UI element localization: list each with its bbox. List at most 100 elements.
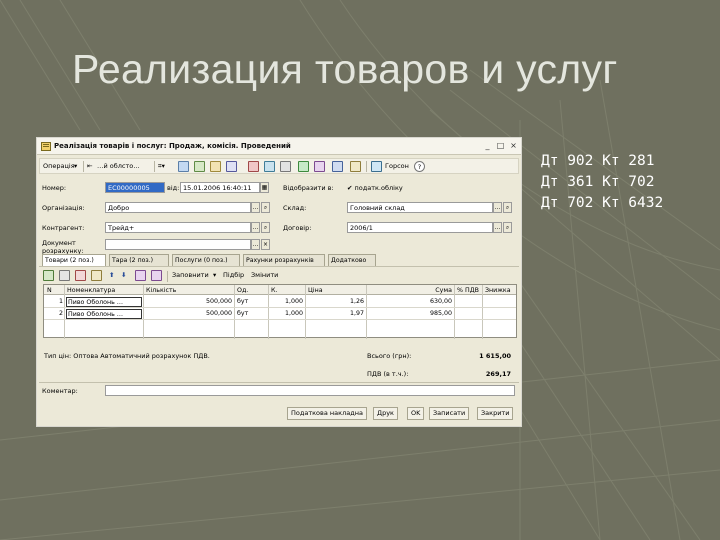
vat-label: ПДВ (в т.ч.):	[367, 370, 409, 378]
copy-row-icon[interactable]	[59, 270, 70, 281]
table-cell[interactable]: 1,97	[307, 309, 365, 319]
select-items-button[interactable]: Підбір	[223, 269, 244, 282]
tab-settlement-accounts[interactable]: Рахунки розрахунків	[243, 254, 325, 266]
document-icon	[41, 142, 51, 151]
ok-button[interactable]: OK	[407, 407, 425, 420]
warehouse-label: Склад:	[283, 204, 307, 212]
column-header[interactable]: Сума	[368, 286, 453, 296]
column-header[interactable]: % ПДВ	[456, 286, 481, 296]
record-icon[interactable]	[350, 161, 361, 172]
list-icon[interactable]	[210, 161, 221, 172]
cancel-icon[interactable]	[248, 161, 259, 172]
add-row-icon[interactable]	[43, 270, 54, 281]
table-cell[interactable]: бут	[236, 309, 267, 319]
close-button[interactable]: ×	[508, 141, 519, 152]
table-cell[interactable]: 630,00	[368, 297, 453, 307]
change-button[interactable]: Змінити	[251, 269, 278, 282]
comment-label: Коментар:	[42, 387, 78, 395]
tab-services[interactable]: Послуги (0 поз.)	[172, 254, 240, 266]
tree-icon[interactable]	[332, 161, 343, 172]
price-type-link[interactable]: Тип цін: Оптова Автоматичний розрахунок …	[44, 352, 210, 360]
calendar-button[interactable]: ▦	[260, 182, 269, 193]
print-icon[interactable]	[226, 161, 237, 172]
help-label[interactable]: Горсон	[385, 160, 409, 173]
table-cell[interactable]: Пиво Оболонь …	[66, 309, 142, 319]
window-titlebar[interactable]: Реалізація товарів і послуг: Продаж, ком…	[37, 138, 521, 155]
table-cell[interactable]: 985,00	[368, 309, 453, 319]
search-icon[interactable]: ⌕	[261, 202, 270, 213]
refresh-icon[interactable]	[178, 161, 189, 172]
select-button[interactable]: …	[251, 239, 260, 250]
column-header[interactable]: К.	[270, 286, 304, 296]
total-value: 1 615,00	[479, 352, 511, 360]
column-header[interactable]: N	[46, 286, 64, 296]
sort-desc-icon[interactable]	[151, 270, 162, 281]
column-header[interactable]: Од.	[236, 286, 267, 296]
date-field[interactable]: 15.01.2006 16:40:11	[180, 182, 260, 193]
search-icon[interactable]: ⌕	[261, 222, 270, 233]
move-down-icon[interactable]: ⬇	[121, 269, 126, 282]
contract-label: Договір:	[283, 224, 312, 232]
help-icon[interactable]: ?	[414, 161, 425, 172]
grid-icon[interactable]	[371, 161, 382, 172]
select-button[interactable]: …	[251, 202, 260, 213]
minimize-button[interactable]: _	[482, 141, 493, 152]
sort-asc-icon[interactable]	[135, 270, 146, 281]
settings-icon[interactable]	[264, 161, 275, 172]
print-button[interactable]: Друк	[373, 407, 398, 420]
copy-icon[interactable]	[280, 161, 291, 172]
edit-row-icon[interactable]	[91, 270, 102, 281]
column-divider	[64, 285, 65, 339]
column-header[interactable]: Кількість	[145, 286, 233, 296]
chevron-down-icon[interactable]: ▾	[74, 160, 77, 173]
tax-invoice-button[interactable]: Податкова накладна	[287, 407, 367, 420]
green-flag-icon[interactable]	[298, 161, 309, 172]
delete-row-icon[interactable]	[75, 270, 86, 281]
structure-icon[interactable]: ⌗▾	[158, 160, 165, 173]
clear-icon[interactable]: ×	[261, 239, 270, 250]
column-divider	[482, 285, 483, 339]
table-cell[interactable]: Пиво Оболонь …	[66, 297, 142, 307]
contract-field[interactable]: 2006/1	[347, 222, 493, 233]
search-icon[interactable]: ⌕	[503, 222, 512, 233]
search-icon[interactable]: ⌕	[503, 202, 512, 213]
select-button[interactable]: …	[251, 222, 260, 233]
operation-menu-button[interactable]: Операція	[43, 160, 75, 173]
move-up-icon[interactable]: ⬆	[109, 269, 114, 282]
post-icon[interactable]	[194, 161, 205, 172]
number-field[interactable]: ЕС00000005	[105, 182, 165, 193]
table-cell[interactable]: 1,26	[307, 297, 365, 307]
goods-table[interactable]: N Номенклатура Кількість Од. К. Ціна Сум…	[43, 284, 517, 339]
column-header[interactable]: Номенклатура	[66, 286, 142, 296]
mode-menu-button[interactable]: …й облсто…	[97, 160, 140, 173]
warehouse-field[interactable]: Головний склад	[347, 202, 493, 213]
table-cell[interactable]: 1,000	[270, 309, 304, 319]
chevron-down-icon[interactable]: ▾	[213, 269, 216, 282]
table-cell[interactable]: 500,000	[145, 297, 233, 307]
tax-accounting-checkbox[interactable]: ✔ податк.обліку	[347, 184, 403, 192]
table-cell[interactable]: бут	[236, 297, 267, 307]
contractor-field[interactable]: Трейд+	[105, 222, 251, 233]
select-button[interactable]: …	[493, 202, 502, 213]
fill-menu-button[interactable]: Заповнити	[172, 269, 209, 282]
action-icon[interactable]: ⇤	[87, 160, 92, 173]
tab-goods[interactable]: Товари (2 поз.)	[42, 254, 106, 266]
maximize-button[interactable]: □	[495, 141, 506, 152]
comment-field[interactable]	[105, 385, 515, 396]
table-cell: 2	[58, 310, 63, 317]
table-cell[interactable]: 1,000	[270, 297, 304, 307]
tab-packaging[interactable]: Тара (2 поз.)	[109, 254, 169, 266]
contractor-label: Контрагент:	[42, 224, 85, 232]
tab-additional[interactable]: Додатково	[328, 254, 376, 266]
structure-view-icon[interactable]	[314, 161, 325, 172]
settlement-doc-field[interactable]	[105, 239, 251, 250]
organization-field[interactable]: Добро	[105, 202, 251, 213]
column-header[interactable]: Ціна	[307, 286, 365, 296]
date-label: від:	[167, 184, 180, 192]
close-form-button[interactable]: Закрити	[477, 407, 514, 420]
select-button[interactable]: …	[493, 222, 502, 233]
save-button[interactable]: Записати	[429, 407, 470, 420]
toolbar-separator	[366, 161, 367, 172]
column-header[interactable]: Знижка	[484, 286, 517, 296]
table-cell[interactable]: 500,000	[145, 309, 233, 319]
